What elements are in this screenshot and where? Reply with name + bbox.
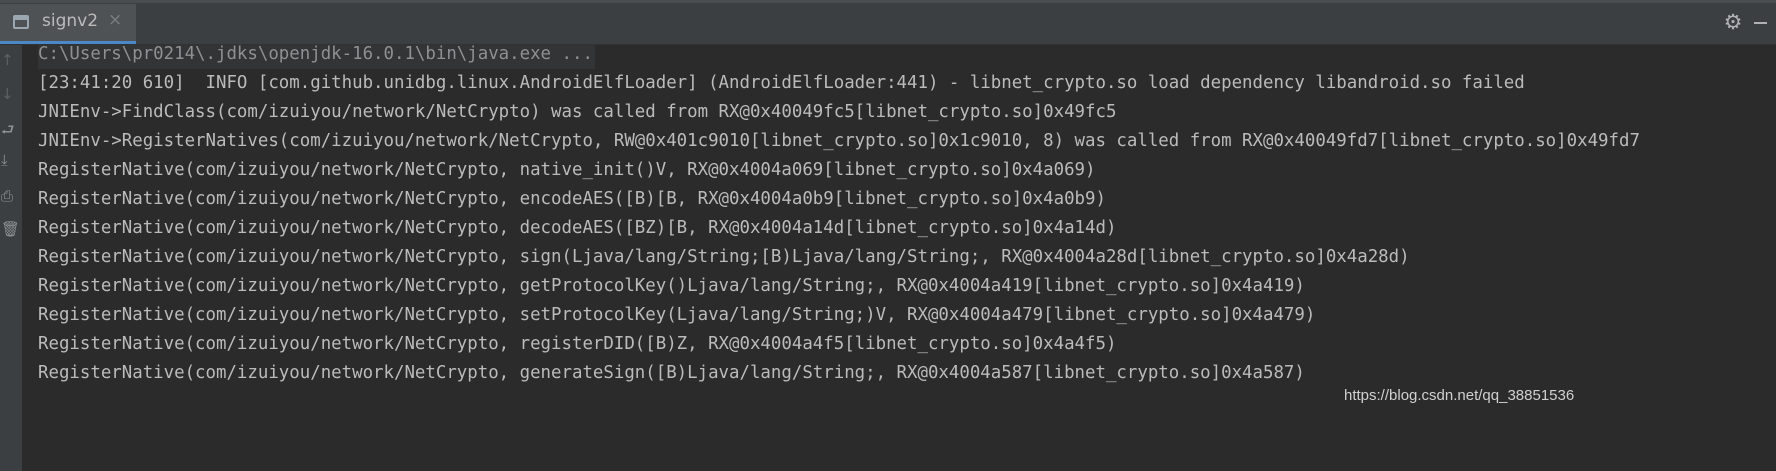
console-line: JNIEnv->RegisterNatives(com/izuiyou/netw… (38, 131, 1640, 151)
console-line: RegisterNative(com/izuiyou/network/NetCr… (38, 363, 1305, 383)
console-line: RegisterNative(com/izuiyou/network/NetCr… (38, 247, 1410, 267)
console-line: RegisterNative(com/izuiyou/network/NetCr… (38, 276, 1305, 296)
console-line: RegisterNative(com/izuiyou/network/NetCr… (38, 160, 1096, 180)
up-arrow-icon[interactable]: ↑ (0, 51, 23, 69)
tab-label: signv2 (42, 11, 99, 31)
soft-wrap-icon[interactable]: ⮐ (0, 121, 23, 139)
console-line: JNIEnv->FindClass(com/izuiyou/network/Ne… (38, 102, 1117, 122)
console-line: RegisterNative(com/izuiyou/network/NetCr… (38, 218, 1117, 238)
trash-icon[interactable]: 🗑 (0, 220, 23, 238)
console-line-command[interactable]: C:\Users\pr0214\.jdks\openjdk-16.0.1\bin… (38, 45, 595, 69)
tab-signv2[interactable]: signv2 × (0, 4, 136, 44)
gear-icon[interactable]: ⚙ (1722, 11, 1744, 33)
minimize-icon[interactable] (1754, 22, 1767, 24)
console-line: [23:41:20 610] INFO [com.github.unidbg.l… (38, 73, 1525, 93)
window-top-strip (0, 0, 1776, 3)
down-arrow-icon[interactable]: ↓ (0, 85, 23, 103)
console-line: RegisterNative(com/izuiyou/network/NetCr… (38, 334, 1117, 354)
console-window-icon (13, 15, 29, 29)
watermark: https://blog.csdn.net/qq_38851536 (1344, 387, 1575, 404)
console-line: RegisterNative(com/izuiyou/network/NetCr… (38, 305, 1316, 325)
run-tool-window-header: signv2 × ⚙ (0, 0, 1776, 45)
console-toolbar: ↑ ↓ ⮐ ⤓ ⎙ 🗑 (0, 45, 22, 471)
close-icon[interactable]: × (108, 10, 122, 30)
scroll-to-end-icon[interactable]: ⤓ (0, 151, 23, 169)
print-icon[interactable]: ⎙ (0, 187, 23, 205)
console-output[interactable]: C:\Users\pr0214\.jdks\openjdk-16.0.1\bin… (38, 45, 1776, 471)
console-line: RegisterNative(com/izuiyou/network/NetCr… (38, 189, 1106, 209)
